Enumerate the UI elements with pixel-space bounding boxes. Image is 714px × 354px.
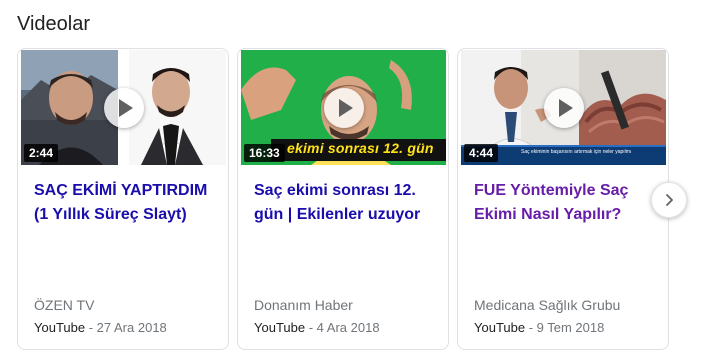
video-channel: ÖZEN TV (34, 297, 95, 313)
video-title-link[interactable]: FUE Yöntemiyle Saç Ekimi Nasıl Yapılır? (474, 179, 659, 227)
carousel-next-button[interactable] (651, 182, 687, 218)
video-source: YouTube (34, 320, 86, 335)
video-channel: Medicana Sağlık Grubu (474, 297, 621, 313)
video-duration: 4:44 (464, 144, 499, 162)
video-thumbnail[interactable]: Saç ekiminin başarısını artırmak için ne… (461, 50, 666, 165)
play-icon[interactable] (324, 88, 364, 128)
video-channel: Donanım Haber (254, 297, 353, 313)
video-thumbnail[interactable]: 2:44 (21, 50, 226, 165)
video-date: 4 Ara 2018 (316, 320, 380, 335)
video-source: YouTube (474, 320, 526, 335)
video-card[interactable]: 2:44 SAÇ EKİMİ YAPTIRDIM (1 Yıllık Süreç… (17, 48, 229, 350)
thumbnail-caption: ekimi sonrası 12. gün (287, 140, 434, 156)
video-meta: YouTube - 4 Ara 2018 (254, 320, 380, 335)
video-thumbnail[interactable]: ekimi sonrası 12. gün 16:33 (241, 50, 446, 165)
section-title: Videolar (17, 13, 91, 35)
play-icon[interactable] (104, 88, 144, 128)
play-icon[interactable] (544, 88, 584, 128)
video-meta: YouTube - 27 Ara 2018 (34, 320, 167, 335)
video-card[interactable]: ekimi sonrası 12. gün 16:33 Saç ekimi so… (237, 48, 449, 350)
thumbnail-caption: Saç ekiminin başarısını artırmak için ne… (521, 149, 631, 155)
video-source: YouTube (254, 320, 306, 335)
video-date: 27 Ara 2018 (96, 320, 167, 335)
chevron-right-icon (666, 194, 673, 206)
video-card[interactable]: Saç ekiminin başarısını artırmak için ne… (457, 48, 669, 350)
video-duration: 16:33 (244, 144, 285, 162)
video-meta: YouTube - 9 Tem 2018 (474, 320, 605, 335)
video-duration: 2:44 (24, 144, 59, 162)
video-title-link[interactable]: SAÇ EKİMİ YAPTIRDIM (1 Yıllık Süreç Slay… (34, 179, 219, 227)
video-title-link[interactable]: Saç ekimi sonrası 12. gün | Ekilenler uz… (254, 179, 439, 227)
video-date: 9 Tem 2018 (536, 320, 605, 335)
